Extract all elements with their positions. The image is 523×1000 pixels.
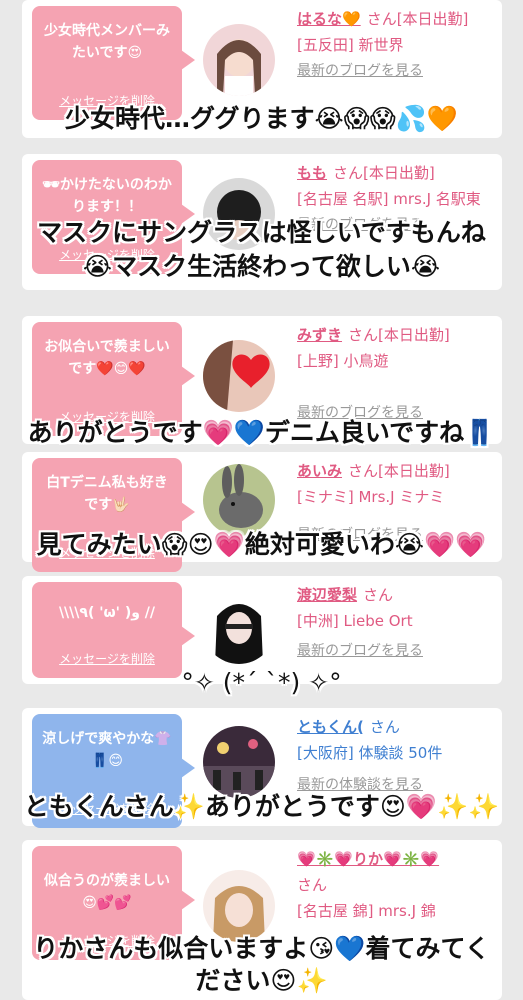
entry-info: ともくん(さん [大阪府] 体験談 50件 最新の体験談を見る — [297, 714, 493, 798]
entry-info: はるな🧡 さん[本日出勤] [五反田] 新世界 最新のブログを見る — [297, 6, 493, 84]
message-text: \\\\٩( 'ω' )و // — [58, 605, 156, 621]
location-label: [中洲] Liebe Ort — [297, 612, 413, 630]
avatar[interactable] — [203, 726, 275, 798]
avatar[interactable] — [203, 24, 275, 96]
username-link[interactable]: はるな🧡 — [297, 10, 361, 28]
overlay-caption: 見てみたい😱😍💗絶対可愛いわ😭💗💗 — [36, 530, 487, 559]
location-label: [大阪府] 体験談 50件 — [297, 744, 443, 762]
username-link[interactable]: もも — [297, 164, 327, 182]
message-text: 似合うのが羨ましい😍💕💕 — [44, 873, 170, 911]
message-text: 白Tデニム私も好きです🤟🏻 — [46, 475, 168, 513]
overlay-caption: 少女時代…ググります😭😱😱💦🧡 — [64, 104, 459, 133]
overlay-caption-line2: ださい😍✨ — [195, 966, 328, 995]
entry-info: みずき さん[本日出勤] [上野] 小鳥遊 最新のブログを見る — [297, 322, 493, 426]
username-link[interactable]: 💗✳️💗りか💗✳️💗 — [297, 850, 439, 868]
overlay-caption: マスクにサングラスは怪しいですもんね — [37, 218, 486, 247]
avatar[interactable] — [203, 592, 275, 664]
user-suffix: さん — [297, 876, 328, 894]
user-suffix: さん[本日出勤] — [348, 462, 450, 480]
message-text: 少女時代メンバーみたいです😍 — [44, 23, 170, 61]
avatar[interactable] — [203, 464, 275, 536]
overlay-caption: °✧ (*´ `*) ✧° — [181, 668, 342, 697]
user-suffix: さん — [369, 718, 400, 736]
username-link[interactable]: あいみ — [297, 462, 342, 480]
user-suffix: さん[本日出勤] — [366, 10, 469, 28]
message-text: お似合いで羨ましいです❤️😊❤️ — [44, 339, 170, 377]
avatar[interactable] — [203, 870, 275, 942]
username-link[interactable]: 渡辺愛梨 — [297, 586, 357, 604]
message-bubble: 少女時代メンバーみたいです😍 メッセージを削除 — [32, 6, 195, 120]
location-label: [ミナミ] Mrs.J ミナミ — [297, 488, 445, 506]
message-bubble: \\\\٩( 'ω' )و // メッセージを削除 — [32, 582, 195, 678]
username-link[interactable]: ともくん( — [297, 718, 364, 736]
user-suffix: さん[本日出勤] — [348, 326, 450, 344]
location-label: [上野] 小鳥遊 — [297, 352, 389, 370]
user-suffix: さん — [363, 586, 394, 604]
user-suffix: さん[本日出勤] — [333, 164, 435, 182]
avatar[interactable] — [203, 340, 275, 412]
overlay-caption: りかさんも似合いますよ😘💙着てみてく — [33, 934, 490, 963]
latest-blog-link[interactable]: 最新のブログを見る — [297, 58, 493, 84]
entry-info: 💗✳️💗りか💗✳️💗 さん [名古屋 錦] mrs.J 錦 — [297, 846, 493, 924]
message-text: 涼しげで爽やかな👚👖😊 — [42, 731, 172, 769]
entry-info: 渡辺愛梨 さん [中洲] Liebe Ort 最新のブログを見る — [297, 582, 493, 664]
location-label: [名古屋 錦] mrs.J 錦 — [297, 902, 436, 920]
overlay-caption-line2: 😭マスク生活終わって欲しい😭 — [82, 252, 441, 281]
location-label: [五反田] 新世界 — [297, 36, 404, 54]
overlay-caption: ありがとうです💗💙デニム良いですね👖 — [27, 418, 496, 447]
delete-message-link[interactable]: メッセージを削除 — [32, 648, 182, 670]
message-text: 🕶かけたないのわかります！！ — [42, 177, 172, 215]
username-link[interactable]: みずき — [297, 326, 342, 344]
overlay-caption: ともくんさん✨ありがとうです😍💗✨✨ — [23, 792, 500, 821]
latest-blog-link[interactable]: 最新のブログを見る — [297, 638, 493, 664]
location-label: [名古屋 名駅] mrs.J 名駅東 — [297, 190, 481, 208]
